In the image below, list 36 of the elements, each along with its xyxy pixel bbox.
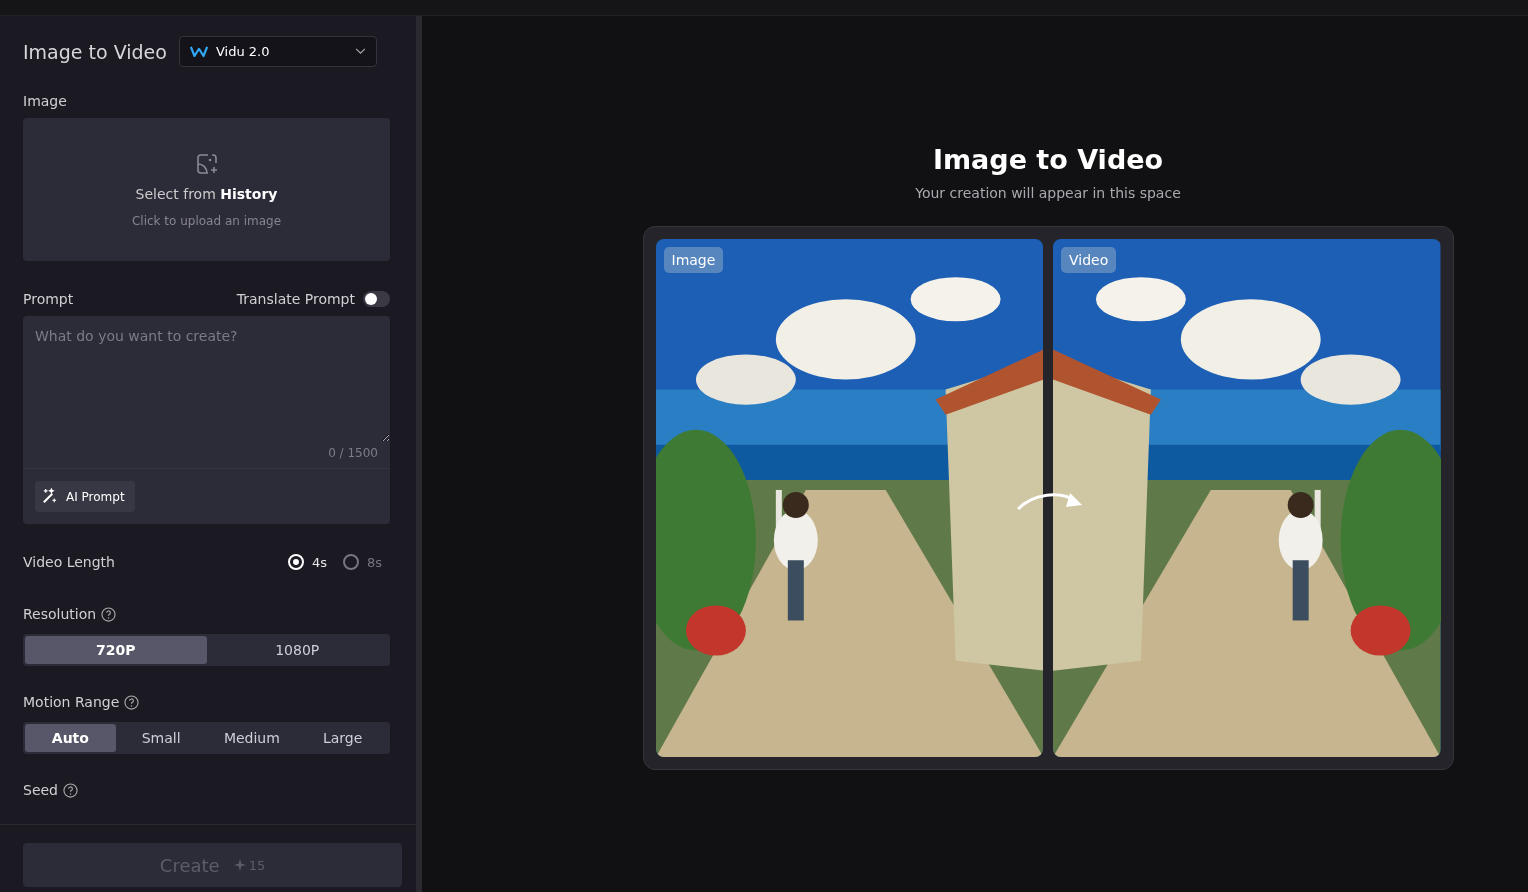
magic-wand-icon: [41, 488, 58, 505]
upload-area[interactable]: Select from History Click to upload an image: [23, 118, 390, 261]
help-icon[interactable]: [63, 782, 78, 798]
panel-title: Image to Video: [23, 40, 167, 63]
sparkle-icon: [233, 859, 246, 871]
logo-icon: [189, 45, 208, 58]
section-label: Resolution: [23, 606, 97, 622]
chevron-down-icon: [354, 48, 366, 55]
char-counter: 0 / 1500: [328, 446, 378, 460]
segment-tab[interactable]: 1080P: [206, 636, 388, 664]
select-history-text: Select from History: [135, 185, 278, 202]
radio-option[interactable]: 8s: [342, 554, 382, 570]
radio-option[interactable]: 4s: [287, 554, 327, 570]
section-label: Seed: [23, 782, 58, 798]
toggle-label: Translate Prompt: [236, 291, 355, 307]
help-icon[interactable]: [124, 694, 140, 710]
help-icon[interactable]: [101, 606, 117, 622]
model-dropdown[interactable]: Vidu 2.0: [178, 36, 377, 67]
segment-tab[interactable]: Small: [115, 724, 207, 752]
preview-subtitle: Your creation will appear in this space: [915, 185, 1181, 201]
preview-title: Image to Video: [932, 144, 1164, 175]
upload-hint: Click to upload an image: [131, 213, 282, 228]
add-image-icon: [194, 151, 219, 176]
section-label: Prompt: [23, 291, 74, 307]
section-label: Video Length: [23, 554, 115, 570]
prompt-field[interactable]: What do you want to create?: [23, 316, 390, 442]
pane-badge: Video: [1061, 247, 1117, 273]
segment-tab[interactable]: 720P: [25, 636, 207, 664]
pane-badge: Image: [663, 247, 724, 273]
section-label: Image: [23, 93, 68, 109]
segment-tab[interactable]: Large: [297, 724, 388, 752]
translate-toggle[interactable]: [363, 291, 390, 307]
ai-prompt-button[interactable]: AI Prompt: [35, 481, 135, 512]
segment-tab[interactable]: Medium: [206, 724, 298, 752]
section-label: Motion Range: [23, 694, 120, 710]
segment-tab[interactable]: Auto: [25, 724, 116, 752]
